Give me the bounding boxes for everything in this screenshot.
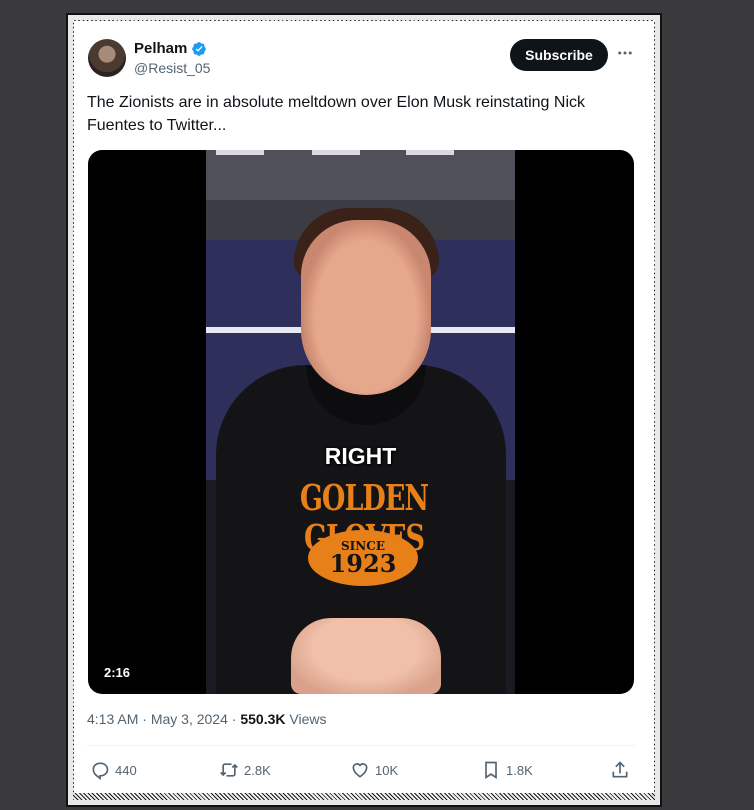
author-handle[interactable]: @Resist_05 (134, 60, 210, 76)
hands (291, 618, 441, 694)
views-count: 550.3K (240, 711, 286, 727)
ceiling-light (312, 150, 360, 155)
meta-separator: · (231, 711, 237, 727)
video-duration: 2:16 (98, 663, 137, 682)
divider (87, 745, 635, 746)
subscribe-button[interactable]: Subscribe (510, 39, 608, 71)
tweet-card[interactable]: Pelham @Resist_05 Subscribe The Zionists… (74, 21, 654, 793)
heart-icon (352, 763, 368, 778)
meta-separator: · (142, 711, 147, 727)
author-name-row: Pelham (134, 40, 207, 57)
author-name[interactable]: Pelham (134, 40, 187, 57)
tweet-date[interactable]: May 3, 2024 (151, 711, 228, 727)
bookmark-icon (485, 761, 497, 780)
like-button[interactable]: 10K (350, 756, 398, 784)
video-caption: RIGHT (324, 443, 397, 469)
video-player[interactable]: GOLDEN GLOVES SINCE 1923 RIGHT 2:16 (88, 150, 634, 694)
like-count: 10K (375, 762, 399, 778)
repost-count: 2.8K (244, 762, 271, 778)
tweet-metadata: 4:13 AM · May 3, 2024 · 550.3K Views (87, 711, 326, 727)
repost-button[interactable]: 2.8K (219, 756, 271, 784)
share-icon (612, 761, 628, 778)
views-label: Views (289, 711, 327, 727)
hoodie-badge: SINCE 1923 (308, 530, 418, 586)
reply-count: 440 (115, 762, 137, 778)
repost-icon (220, 763, 238, 777)
verified-badge-icon (192, 41, 207, 56)
reply-button[interactable]: 440 (90, 756, 137, 784)
share-button[interactable] (610, 756, 630, 784)
face (301, 220, 431, 395)
ceiling-light (406, 150, 454, 155)
ceiling-light (216, 150, 264, 155)
bookmark-button[interactable]: 1.8K (481, 756, 533, 784)
video-frame: GOLDEN GLOVES SINCE 1923 RIGHT (206, 150, 515, 694)
reply-icon (92, 762, 109, 780)
more-options-icon[interactable] (615, 43, 635, 63)
action-bar: 440 2.8K 10K 1.8K (74, 756, 654, 784)
bookmark-count: 1.8K (506, 762, 533, 778)
avatar[interactable] (88, 39, 126, 77)
tweet-time[interactable]: 4:13 AM (87, 711, 138, 727)
badge-line2: 1923 (329, 549, 397, 578)
tweet-text: The Zionists are in absolute meltdown ov… (87, 94, 585, 134)
